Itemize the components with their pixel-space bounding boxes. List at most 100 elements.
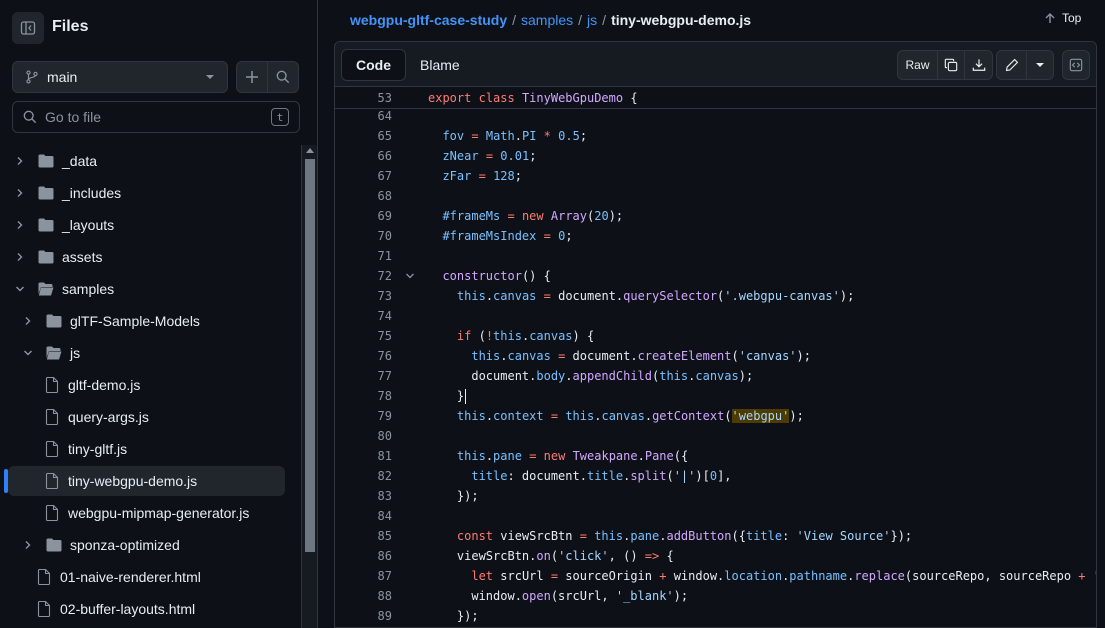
breadcrumb-repo-link[interactable]: webgpu-gltf-case-study bbox=[350, 12, 507, 28]
line-number[interactable]: 72 bbox=[335, 269, 392, 283]
code-text: if (!this.canvas) { bbox=[456, 329, 595, 343]
chevron-right-icon[interactable] bbox=[14, 155, 26, 167]
code-line: 53 export class TinyWebGpuDemo { bbox=[335, 88, 1096, 108]
file-icon bbox=[36, 601, 52, 617]
code-line: 78 } bbox=[335, 386, 1096, 406]
tree-file-item[interactable]: gltf-demo.js bbox=[8, 370, 285, 400]
tree-item-label: query-args.js bbox=[68, 409, 149, 425]
breadcrumb-separator: / bbox=[578, 12, 583, 28]
line-number[interactable]: 82 bbox=[335, 469, 392, 483]
line-number[interactable]: 76 bbox=[335, 349, 392, 363]
tree-file-item[interactable]: tiny-webgpu-demo.js bbox=[8, 466, 285, 496]
scroll-up-arrow-icon[interactable] bbox=[306, 148, 314, 153]
line-number[interactable]: 81 bbox=[335, 449, 392, 463]
tab-code[interactable]: Code bbox=[341, 49, 406, 81]
file-icon bbox=[44, 409, 60, 425]
code-line: 86 viewSrcBtn.on('click', () => { bbox=[335, 546, 1096, 566]
copy-button[interactable] bbox=[938, 51, 965, 79]
chevron-right-icon[interactable] bbox=[22, 315, 34, 327]
code-lines[interactable]: 64 65 fov = Math.PI * 0.5; 66 zNear = 0.01… bbox=[335, 109, 1096, 628]
tree-folder-item[interactable]: glTF-Sample-Models bbox=[8, 306, 285, 336]
tree-folder-item[interactable]: _layouts bbox=[8, 210, 285, 240]
download-button[interactable] bbox=[965, 51, 992, 79]
symbols-panel-button[interactable] bbox=[1062, 50, 1090, 80]
line-number[interactable]: 87 bbox=[335, 569, 392, 583]
edit-file-button[interactable] bbox=[997, 51, 1027, 79]
line-number[interactable]: 73 bbox=[335, 289, 392, 303]
sticky-scope-header[interactable]: 53 export class TinyWebGpuDemo { bbox=[335, 87, 1096, 109]
breadcrumb-current-file: tiny-webgpu-demo.js bbox=[611, 12, 752, 28]
line-number[interactable]: 53 bbox=[335, 91, 392, 105]
line-number[interactable]: 84 bbox=[335, 509, 392, 523]
file-tree-scrollbar[interactable] bbox=[301, 145, 317, 628]
tree-file-item[interactable]: 02-buffer-layouts.html bbox=[8, 594, 285, 624]
chevron-down-icon[interactable] bbox=[14, 283, 26, 295]
breadcrumb-js-link[interactable]: js bbox=[587, 12, 597, 28]
line-number[interactable]: 65 bbox=[335, 129, 392, 143]
chevron-right-icon[interactable] bbox=[14, 251, 26, 263]
line-number[interactable]: 78 bbox=[335, 389, 392, 403]
line-number[interactable]: 69 bbox=[335, 209, 392, 223]
line-number[interactable]: 66 bbox=[335, 149, 392, 163]
chevron-right-icon[interactable] bbox=[22, 539, 34, 551]
folder-icon bbox=[38, 249, 54, 265]
line-number[interactable]: 88 bbox=[335, 589, 392, 603]
code-line: 67 zFar = 128; bbox=[335, 166, 1096, 186]
chevron-right-icon[interactable] bbox=[14, 219, 26, 231]
branch-selector[interactable]: main bbox=[12, 61, 228, 93]
fold-gutter[interactable] bbox=[392, 271, 428, 281]
line-number[interactable]: 70 bbox=[335, 229, 392, 243]
line-number[interactable]: 77 bbox=[335, 369, 392, 383]
line-number[interactable]: 74 bbox=[335, 309, 392, 323]
line-number[interactable]: 71 bbox=[335, 249, 392, 263]
plus-icon bbox=[246, 71, 258, 83]
go-to-file-input[interactable] bbox=[45, 109, 271, 125]
edit-options-dropdown[interactable] bbox=[1027, 51, 1053, 79]
breadcrumb-samples-link[interactable]: samples bbox=[521, 12, 573, 28]
line-number[interactable]: 89 bbox=[335, 609, 392, 623]
tree-file-item[interactable]: 01-naive-renderer.html bbox=[8, 562, 285, 592]
line-number[interactable]: 83 bbox=[335, 489, 392, 503]
chevron-down-icon[interactable] bbox=[22, 347, 34, 359]
file-icon bbox=[36, 569, 52, 585]
go-to-file-field[interactable]: t bbox=[12, 101, 300, 133]
code-text: viewSrcBtn.on('click', () => { bbox=[428, 549, 674, 563]
selected-item-marker bbox=[4, 469, 8, 493]
tree-file-item[interactable]: query-args.js bbox=[8, 402, 285, 432]
scrollbar-thumb[interactable] bbox=[305, 159, 315, 552]
back-to-top-button[interactable]: Top bbox=[1044, 11, 1081, 25]
line-number[interactable]: 79 bbox=[335, 409, 392, 423]
search-files-button[interactable] bbox=[267, 61, 299, 93]
breadcrumb-separator: / bbox=[512, 12, 517, 28]
fold-chevron-icon[interactable] bbox=[405, 271, 415, 281]
line-number[interactable]: 85 bbox=[335, 529, 392, 543]
tree-file-item[interactable]: webgpu-mipmap-generator.js bbox=[8, 498, 285, 528]
tree-item-label: tiny-gltf.js bbox=[68, 441, 128, 457]
line-number[interactable]: 86 bbox=[335, 549, 392, 563]
line-number[interactable]: 64 bbox=[335, 109, 392, 123]
line-number[interactable]: 75 bbox=[335, 329, 392, 343]
add-file-button[interactable] bbox=[236, 61, 268, 93]
code-text: }); bbox=[428, 609, 479, 623]
code-line: 64 bbox=[335, 109, 1096, 126]
tree-file-item[interactable]: tiny-gltf.js bbox=[8, 434, 285, 464]
tree-folder-item[interactable]: js bbox=[8, 338, 285, 368]
code-line: 84 bbox=[335, 506, 1096, 526]
tree-folder-item[interactable]: _includes bbox=[8, 178, 285, 208]
line-number[interactable]: 68 bbox=[335, 189, 392, 203]
tab-blame[interactable]: Blame bbox=[406, 49, 474, 81]
tree-folder-item[interactable]: sponza-optimized bbox=[8, 530, 285, 560]
code-line: 75 if (!this.canvas) { bbox=[335, 326, 1096, 346]
tree-folder-item[interactable]: samples bbox=[8, 274, 285, 304]
collapse-sidebar-button[interactable] bbox=[12, 12, 44, 44]
code-text: } bbox=[428, 388, 467, 404]
tree-folder-item[interactable]: _data bbox=[8, 146, 285, 176]
line-number[interactable]: 80 bbox=[335, 429, 392, 443]
raw-button[interactable]: Raw bbox=[898, 51, 938, 79]
chevron-right-icon[interactable] bbox=[14, 187, 26, 199]
file-actions-group: Raw bbox=[897, 50, 993, 80]
code-text: fov = Math.PI * 0.5; bbox=[442, 129, 588, 143]
branch-name: main bbox=[47, 69, 78, 85]
tree-folder-item[interactable]: assets bbox=[8, 242, 285, 272]
line-number[interactable]: 67 bbox=[335, 169, 392, 183]
